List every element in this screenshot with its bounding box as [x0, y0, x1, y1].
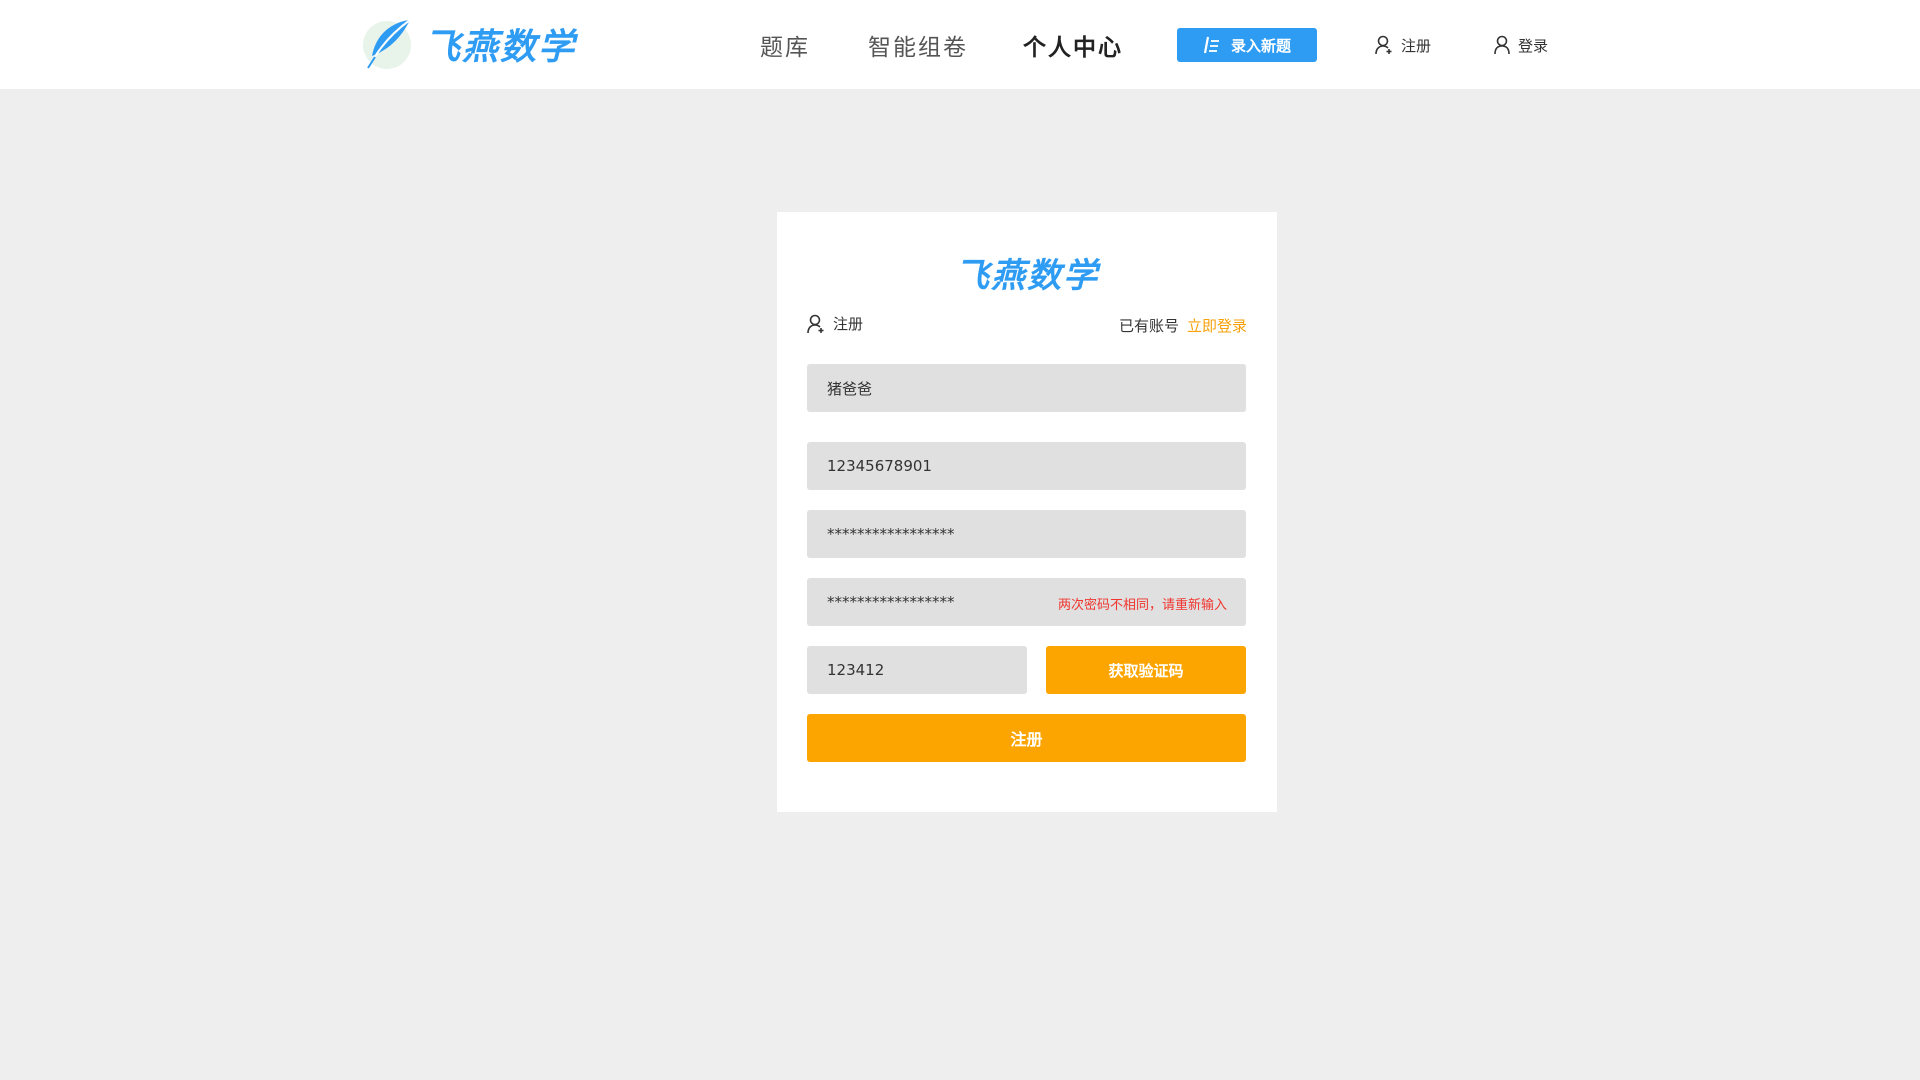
- get-code-button[interactable]: 获取验证码: [1046, 646, 1246, 694]
- header-register-label: 注册: [1401, 36, 1432, 55]
- login-now-link[interactable]: 立即登录: [1187, 317, 1247, 335]
- phone-input[interactable]: [807, 442, 1246, 490]
- nav-question-bank[interactable]: 题库: [760, 0, 810, 89]
- user-add-icon: [807, 314, 824, 333]
- verification-code-input[interactable]: [807, 646, 1027, 694]
- user-icon: [1494, 35, 1510, 55]
- password-input[interactable]: [807, 510, 1246, 558]
- card-logo: 飞燕数学: [955, 256, 1099, 296]
- add-question-label: 录入新题: [1230, 36, 1291, 55]
- header-login-link[interactable]: 登录: [1494, 30, 1548, 60]
- have-account-text: 已有账号 立即登录: [1119, 315, 1247, 336]
- register-card: 飞燕数学 注册 已有账号立即登录 两次密码不相同，请重新输入 获取验证码 注册: [777, 212, 1277, 812]
- nav-personal-center[interactable]: 个人中心: [1023, 0, 1123, 89]
- register-title: 注册: [833, 315, 864, 333]
- have-account-label: 已有账号: [1118, 317, 1179, 335]
- top-header: 飞燕数学 题库 智能组卷 个人中心 录入新题 注册 登录: [0, 0, 1920, 89]
- register-heading: 注册: [807, 313, 863, 334]
- header-login-label: 登录: [1518, 36, 1549, 55]
- feather-logo-icon: [363, 19, 411, 69]
- confirm-password-input[interactable]: [807, 578, 1246, 626]
- register-submit-button[interactable]: 注册: [807, 714, 1246, 762]
- site-logo[interactable]: 飞燕数学: [362, 16, 576, 72]
- edit-list-icon: [1203, 36, 1219, 54]
- add-question-button[interactable]: 录入新题: [1177, 28, 1317, 62]
- nickname-input[interactable]: [807, 364, 1246, 412]
- header-register-link[interactable]: 注册: [1375, 30, 1431, 60]
- logo-text: 飞燕数学: [424, 27, 577, 68]
- nav-smart-paper[interactable]: 智能组卷: [868, 0, 968, 89]
- user-add-icon: [1375, 35, 1392, 55]
